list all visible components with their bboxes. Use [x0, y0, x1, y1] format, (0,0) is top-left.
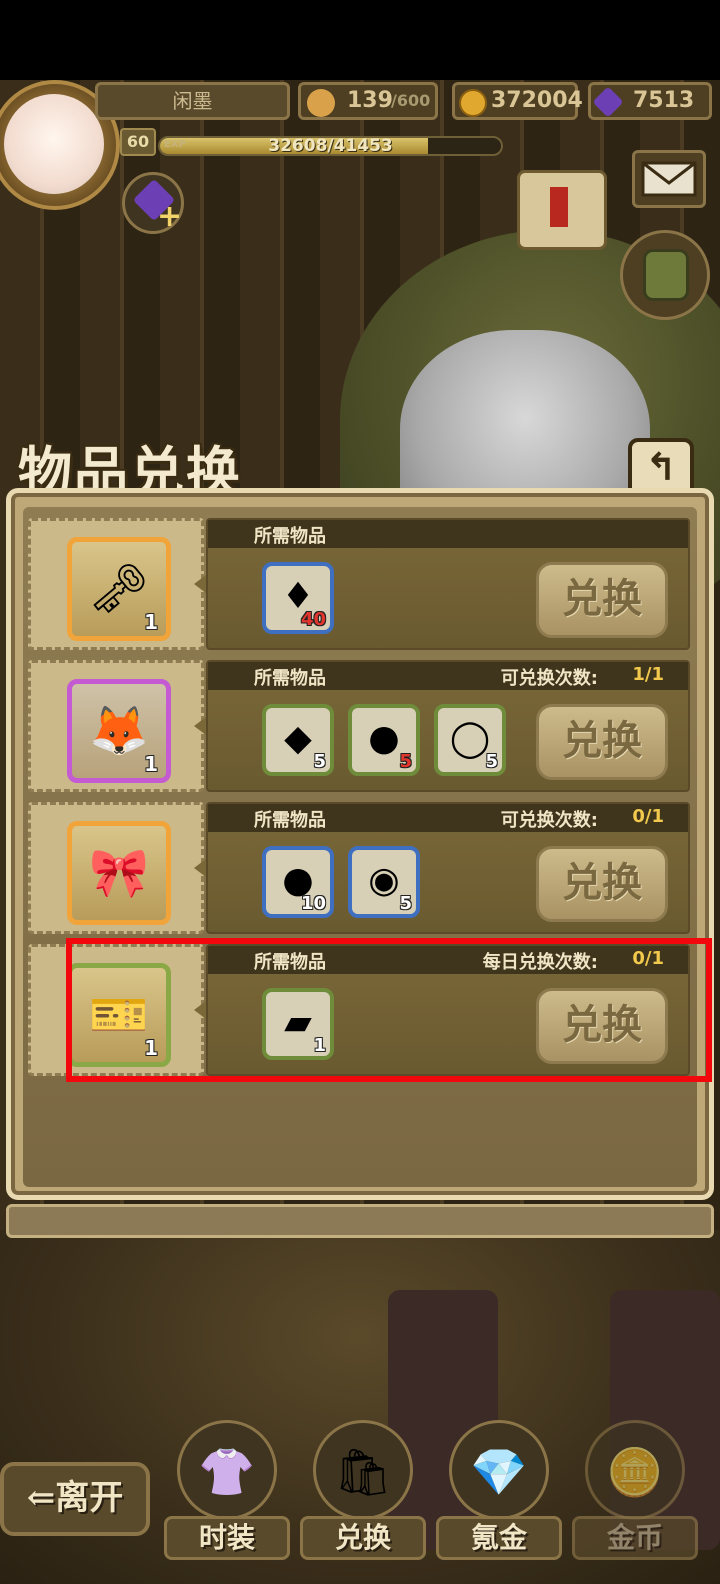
tab-glyph: 🛍	[333, 1445, 393, 1499]
backpack-icon	[643, 249, 689, 301]
required-item-qty: 5	[399, 893, 412, 914]
exchange-limit-label: 可兑换次数:	[500, 668, 598, 689]
nav-tab[interactable]: 💎 氪金	[436, 1420, 562, 1576]
requirement-area: 所需物品 可兑换次数: 1/1 ◆ 5 ● 5 ◯ 5 兑换	[206, 660, 690, 792]
leave-button[interactable]: ⇐离开	[0, 1462, 150, 1536]
required-items-label: 所需物品	[254, 526, 326, 547]
panel-bottom-rail	[6, 1204, 714, 1238]
fox-figure-icon: 🦊	[89, 703, 149, 759]
required-item[interactable]: ♦ 40	[262, 562, 334, 634]
required-item[interactable]: ◯ 5	[434, 704, 506, 776]
envelope-icon	[641, 161, 697, 197]
required-items-label: 所需物品	[254, 810, 326, 831]
required-item-qty: 5	[399, 751, 412, 772]
stamina-max: /600	[391, 91, 431, 110]
backpack-button[interactable]	[620, 230, 710, 320]
stamina-current: 139	[347, 88, 393, 113]
gold-amount: 372004	[491, 88, 583, 113]
gold-coin-icon	[459, 89, 487, 117]
reward-count: 1	[144, 610, 158, 634]
exchange-button[interactable]: 兑换	[536, 846, 668, 922]
exp-text: 32608/41453	[268, 136, 393, 156]
reward-item[interactable]: 🦊 1	[67, 679, 171, 783]
reward-area: 🎀	[28, 802, 204, 934]
bread-icon	[307, 89, 335, 117]
tab-glyph: 👚	[198, 1445, 256, 1499]
required-item-qty: 40	[300, 609, 326, 630]
quest-scroll-button[interactable]	[505, 160, 625, 270]
player-name: 闲墨	[95, 82, 290, 120]
plus-icon: +	[157, 199, 183, 234]
exchange-button[interactable]: 兑换	[536, 704, 668, 780]
required-items-label: 所需物品	[254, 668, 326, 689]
required-item-qty: 5	[313, 751, 326, 772]
required-item-qty: 5	[485, 751, 498, 772]
avatar-portrait	[4, 94, 104, 194]
tab-label: 兑换	[300, 1516, 426, 1560]
exchange-row: 🗝 1 所需物品 ♦ 40 兑换	[28, 518, 690, 650]
tab-label: 氪金	[436, 1516, 562, 1560]
exchange-row: 🦊 1 所需物品 可兑换次数: 1/1 ◆ 5 ● 5 ◯ 5 兑换	[28, 660, 690, 792]
exchange-limit-value: 0/1	[632, 806, 664, 827]
nav-tab[interactable]: 🪙 金币	[572, 1420, 698, 1576]
reward-area: 🦊 1	[28, 660, 204, 792]
reward-item[interactable]: 🗝 1	[67, 537, 171, 641]
player-level: 60	[120, 128, 156, 156]
tab-label: 金币	[572, 1516, 698, 1560]
nav-tab[interactable]: 🛍 兑换	[300, 1420, 426, 1576]
exchange-bag-icon: 🛍	[313, 1420, 413, 1520]
requirement-area: 所需物品 ♦ 40 兑换	[206, 518, 690, 650]
gem-amount: 7513	[633, 88, 695, 113]
tab-glyph: 🪙	[606, 1445, 664, 1499]
required-item[interactable]: ◉ 5	[348, 846, 420, 918]
reward-count: 1	[144, 752, 158, 776]
row-header: 所需物品 可兑换次数: 0/1	[208, 804, 688, 832]
row-header: 所需物品	[208, 520, 688, 548]
reward-item[interactable]: 🎀	[67, 821, 171, 925]
required-item[interactable]: ● 10	[262, 846, 334, 918]
scroll-mark	[550, 187, 568, 227]
purple-gem-icon	[592, 86, 624, 118]
exchange-limit-label: 可兑换次数:	[500, 810, 598, 831]
outfit-icon: 👚	[177, 1420, 277, 1520]
status-bar	[0, 0, 720, 80]
gem-sack-icon: 💎	[449, 1420, 549, 1520]
exchange-button[interactable]: 兑换	[536, 562, 668, 638]
scroll-icon	[517, 170, 607, 250]
exchange-limit-value: 1/1	[632, 664, 664, 685]
coin-sack-icon: 🪙	[585, 1420, 685, 1520]
mail-button[interactable]	[632, 150, 706, 208]
reward-area: 🗝 1	[28, 518, 204, 650]
required-item[interactable]: ● 5	[348, 704, 420, 776]
key-icon: 🗝	[88, 561, 150, 617]
highlight-box	[66, 938, 712, 1082]
gold-display[interactable]: 372004	[452, 82, 583, 120]
required-item-qty: 10	[300, 893, 326, 914]
exp-bar: EXP 32608/41453	[158, 136, 503, 156]
nav-tab[interactable]: 👚 时装	[164, 1420, 290, 1576]
tab-label: 时装	[164, 1516, 290, 1560]
tab-glyph: 💎	[470, 1445, 528, 1499]
row-header: 所需物品 可兑换次数: 1/1	[208, 662, 688, 690]
gem-display[interactable]: 7513	[588, 82, 712, 120]
buy-gems-button[interactable]: +	[122, 172, 184, 234]
exchange-row: 🎀 所需物品 可兑换次数: 0/1 ● 10 ◉ 5 兑换	[28, 802, 690, 934]
required-item[interactable]: ◆ 5	[262, 704, 334, 776]
back-arrow-icon: ↰	[645, 445, 677, 489]
ribbon-icon: 🎀	[89, 845, 149, 901]
requirement-area: 所需物品 可兑换次数: 0/1 ● 10 ◉ 5 兑换	[206, 802, 690, 934]
stamina-display[interactable]: 139 /600	[298, 82, 438, 120]
